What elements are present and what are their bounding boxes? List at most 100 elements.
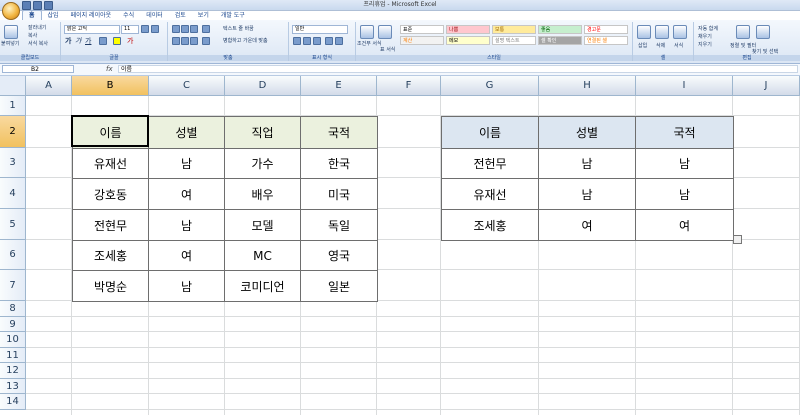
indent-icon[interactable] [202,37,210,45]
bold-icon[interactable]: 가 [65,36,71,46]
decrease-decimal-icon[interactable] [335,37,343,45]
formula-input[interactable]: 이름 [118,65,798,73]
header-cell[interactable]: 국적 [635,116,734,149]
fill-color-icon[interactable] [113,37,121,45]
grow-font-icon[interactable] [141,25,149,33]
align-top-icon[interactable] [172,25,180,33]
paste-button[interactable]: 붙여넣기 [1,40,19,47]
table-cell[interactable]: 여 [148,178,225,210]
save-icon[interactable] [22,0,31,10]
font-color-icon[interactable]: 가 [127,36,133,46]
table-cell[interactable]: MC [224,240,301,271]
undo-icon[interactable] [33,0,42,10]
number-format-combo[interactable]: 일반 [292,25,348,34]
find-select-icon[interactable] [756,25,770,39]
fx-icon[interactable]: fx [106,64,116,74]
table-cell[interactable]: 여 [538,209,636,241]
cell-style-7[interactable]: 설명 텍스트 [492,36,536,45]
clear-button[interactable]: 지우기 [698,41,712,48]
table-cell[interactable]: 배우 [224,178,301,210]
table-cell[interactable]: 여 [635,209,734,241]
table-cell[interactable]: 조세홍 [72,240,149,271]
column-header-b[interactable]: B [72,76,149,96]
table-cell[interactable]: 모델 [224,209,301,241]
comma-icon[interactable] [313,37,321,45]
table-cell[interactable]: 남 [148,209,225,241]
table-cell[interactable]: 미국 [300,178,378,210]
tab-0[interactable]: 홈 [22,10,42,20]
table-cell[interactable]: 전헌무 [441,148,539,179]
row-header-6[interactable]: 6 [0,240,26,270]
table-cell[interactable]: 남 [148,148,225,179]
table-cell[interactable]: 강호동 [72,178,149,210]
table-cell[interactable]: 남 [635,148,734,179]
conditional-format-button[interactable]: 조건부 서식 [357,40,382,47]
format-table-icon[interactable] [378,25,392,39]
autosum-button[interactable]: 자동 합계 [698,25,718,32]
column-header-f[interactable]: F [377,76,441,96]
header-cell[interactable]: 이름 [441,116,539,149]
italic-icon[interactable]: 가 [75,36,81,46]
office-button[interactable] [2,2,20,20]
cell-style-6[interactable]: 메모 [446,36,490,45]
row-header-11[interactable]: 11 [0,348,26,363]
cell-style-1[interactable]: 나쁨 [446,25,490,34]
header-cell[interactable]: 성별 [148,116,225,149]
row-header-8[interactable]: 8 [0,301,26,317]
table-cell[interactable]: 유재선 [441,178,539,210]
table-cell[interactable]: 남 [148,270,225,302]
conditional-format-icon[interactable] [360,25,374,39]
align-center-icon[interactable] [181,37,189,45]
table-cell[interactable]: 전현무 [72,209,149,241]
format-cells-button[interactable]: 서식 [674,42,683,49]
font-name-combo[interactable]: 맑은 고딕 [64,25,120,34]
insert-cells-button[interactable]: 삽입 [638,42,647,49]
table-cell[interactable]: 코미디언 [224,270,301,302]
table-cell[interactable]: 독일 [300,209,378,241]
row-header-3[interactable]: 3 [0,148,26,178]
percent-icon[interactable] [303,37,311,45]
shrink-font-icon[interactable] [151,25,159,33]
wrap-text-button[interactable]: 텍스트 줄 바꿈 [223,25,254,32]
cell-style-0[interactable]: 표준 [400,25,444,34]
row-header-1[interactable]: 1 [0,96,26,116]
paste-options-icon[interactable] [733,235,742,244]
align-middle-icon[interactable] [181,25,189,33]
cell-style-9[interactable]: 연결된 셀 [584,36,628,45]
row-header-14[interactable]: 14 [0,394,26,410]
tab-6[interactable]: 보기 [192,11,215,20]
column-header-a[interactable]: A [26,76,72,96]
format-table-button[interactable]: 표 서식 [380,46,395,53]
row-header-7[interactable]: 7 [0,270,26,301]
format-cells-icon[interactable] [673,25,687,39]
find-select-button[interactable]: 찾기 및 선택 [752,48,778,55]
row-header-4[interactable]: 4 [0,178,26,209]
table-cell[interactable]: 조세홍 [441,209,539,241]
header-cell[interactable]: 성별 [538,116,636,149]
tab-5[interactable]: 검토 [169,11,192,20]
row-header-5[interactable]: 5 [0,209,26,240]
table-cell[interactable]: 박명순 [72,270,149,302]
row-header-13[interactable]: 13 [0,379,26,394]
tab-2[interactable]: 페이지 레이아웃 [65,11,118,20]
align-bottom-icon[interactable] [190,25,198,33]
header-cell[interactable]: 국적 [300,116,378,149]
column-header-i[interactable]: I [636,76,733,96]
column-header-g[interactable]: G [441,76,539,96]
cell-style-4[interactable]: 경고문 [584,25,628,34]
align-left-icon[interactable] [172,37,180,45]
column-header-j[interactable]: J [733,76,800,96]
redo-icon[interactable] [44,0,53,10]
delete-cells-icon[interactable] [655,25,669,39]
table-cell[interactable]: 남 [538,178,636,210]
header-cell[interactable]: 이름 [72,116,149,149]
row-header-10[interactable]: 10 [0,332,26,348]
header-cell[interactable]: 직업 [224,116,301,149]
tab-1[interactable]: 삽입 [42,11,65,20]
table-cell[interactable]: 유재선 [72,148,149,179]
font-size-combo[interactable]: 11 [121,25,139,34]
table-cell[interactable]: 영국 [300,240,378,271]
name-box[interactable]: B2 [2,65,74,73]
insert-cells-icon[interactable] [637,25,651,39]
sort-filter-icon[interactable] [736,25,750,39]
